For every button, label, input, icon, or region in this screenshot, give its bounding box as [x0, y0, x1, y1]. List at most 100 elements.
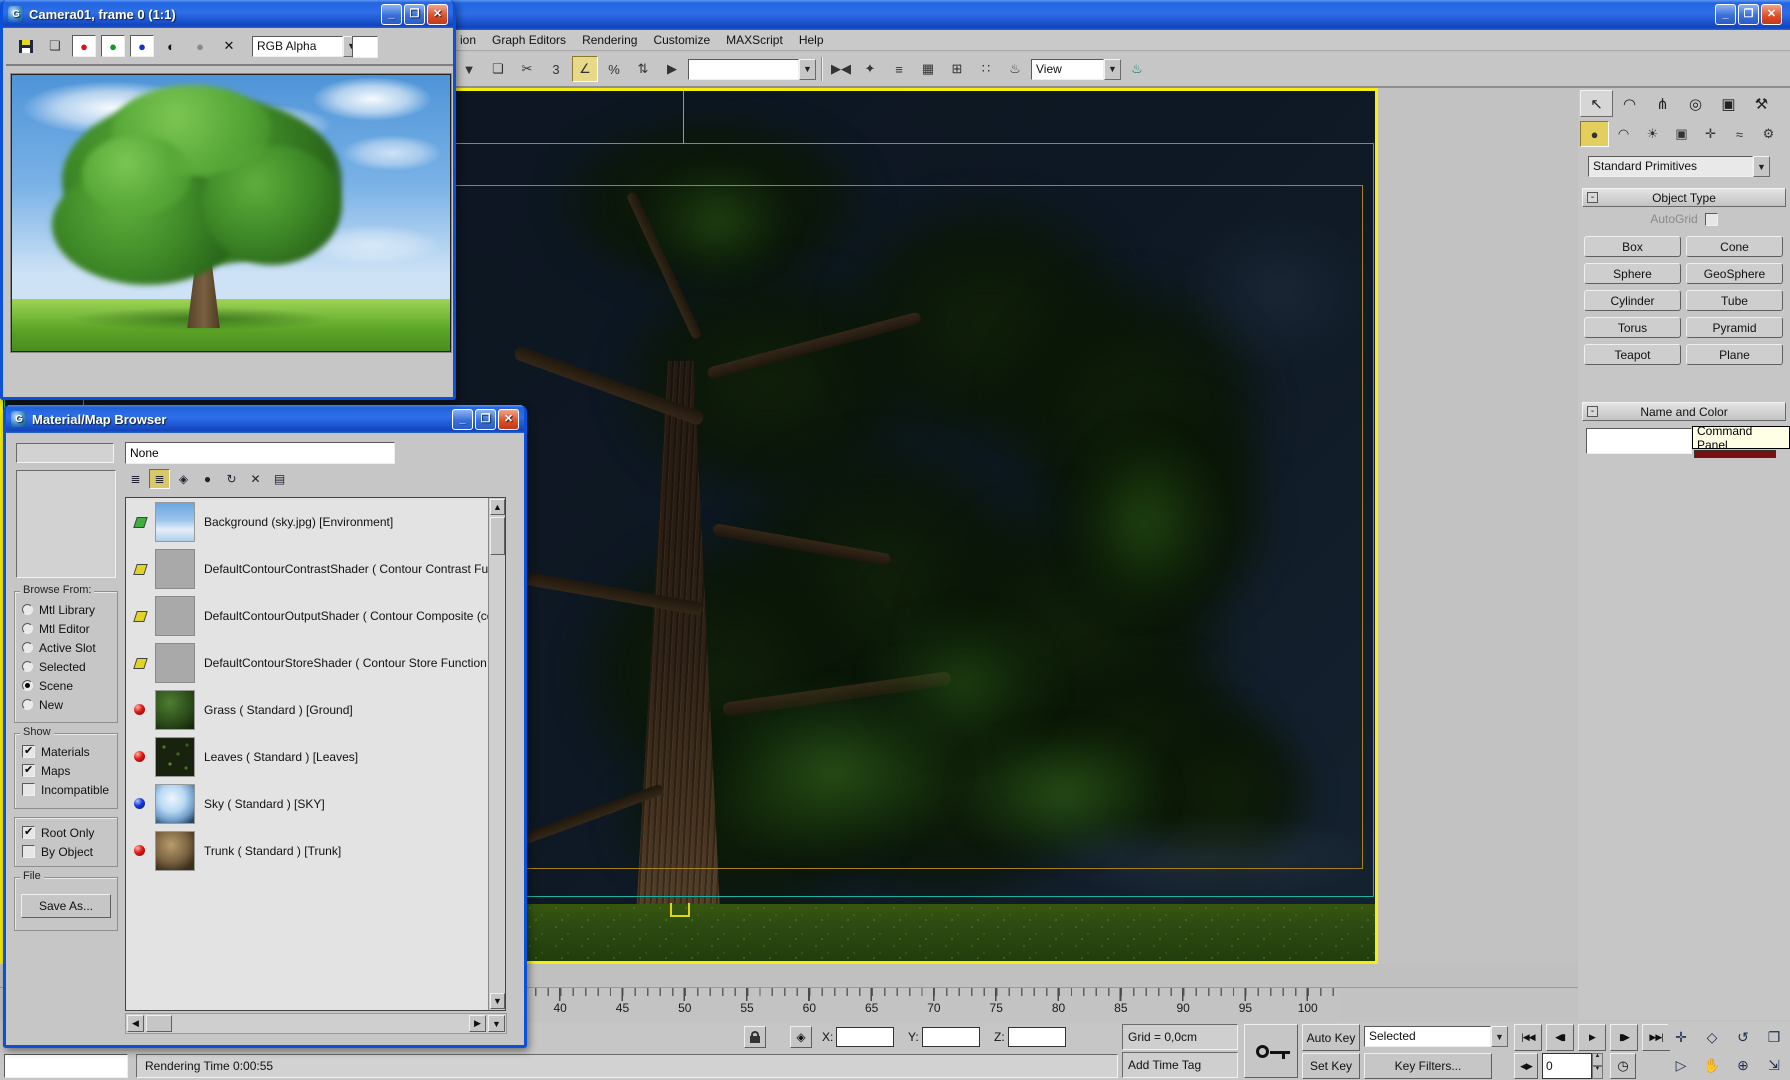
category-button[interactable]: ◠: [1609, 121, 1638, 147]
browser-toolbar-icon[interactable]: ≣: [149, 469, 170, 489]
category-button[interactable]: ✛: [1696, 121, 1725, 147]
toolbar-icon[interactable]: ▼: [456, 56, 482, 82]
browser-toolbar-icon[interactable]: ✕: [245, 469, 266, 489]
key-filters-button[interactable]: Key Filters...: [1364, 1053, 1492, 1079]
viewport-nav-button[interactable]: ↺: [1730, 1024, 1756, 1050]
viewport-nav-button[interactable]: ❐: [1761, 1024, 1787, 1050]
material-browser-titlebar[interactable]: G Material/Map Browser _ ❐ ✕: [6, 405, 524, 433]
filter-option[interactable]: By Object: [22, 842, 94, 861]
category-button[interactable]: ☀: [1638, 121, 1667, 147]
scroll-left-icon[interactable]: ◀: [127, 1015, 144, 1032]
list-vertical-scrollbar[interactable]: ▲ ▼: [488, 498, 505, 1010]
save-as-button[interactable]: Save As...: [21, 894, 111, 918]
window-button[interactable]: ✕: [498, 408, 519, 430]
primitive-button[interactable]: Box: [1584, 236, 1681, 257]
material-list-item[interactable]: Background (sky.jpg) [Environment]: [126, 498, 505, 545]
material-list-item[interactable]: DefaultContourContrastShader ( Contour C…: [126, 545, 505, 592]
category-button[interactable]: ≈: [1725, 121, 1754, 147]
viewport-nav-button[interactable]: ▷: [1668, 1052, 1694, 1078]
maxscript-mini-listener[interactable]: [4, 1054, 128, 1078]
menu-item[interactable]: Customize: [645, 31, 718, 49]
primitive-button[interactable]: Pyramid: [1686, 317, 1783, 338]
collapse-icon[interactable]: -: [1587, 192, 1598, 203]
selected-map-field[interactable]: None: [125, 442, 395, 464]
menu-item[interactable]: ion: [452, 31, 484, 49]
show-option[interactable]: Materials: [22, 742, 109, 761]
scroll-up-icon[interactable]: ▲: [490, 499, 505, 515]
rendered-frame-window[interactable]: G Camera01, frame 0 (1:1) _ ❐ ✕ ❏ ● ● ● ◐ ● ✕ RG…: [0, 0, 456, 400]
toolbar-icon[interactable]: ✂: [514, 56, 540, 82]
primitive-button[interactable]: Cylinder: [1584, 290, 1681, 311]
set-key-button[interactable]: Set Key: [1302, 1053, 1360, 1079]
panel-tab[interactable]: ▣: [1712, 90, 1745, 117]
auto-key-button[interactable]: Auto Key: [1302, 1024, 1360, 1051]
menu-item[interactable]: MAXScript: [718, 31, 791, 49]
object-name-field[interactable]: [1586, 428, 1692, 454]
menu-item[interactable]: Help: [791, 31, 832, 49]
browse-from-option[interactable]: Active Slot: [22, 638, 96, 657]
collapse-icon[interactable]: -: [1587, 406, 1598, 417]
material-list-item[interactable]: DefaultContourStoreShader ( Contour Stor…: [126, 639, 505, 686]
window-button[interactable]: ✕: [427, 3, 448, 25]
z-coordinate-field[interactable]: [1008, 1027, 1066, 1047]
view-dropdown[interactable]: View ▼: [1031, 58, 1121, 80]
browser-toolbar-icon[interactable]: ●: [197, 469, 218, 489]
chevron-down-icon[interactable]: ▼: [1491, 1026, 1508, 1047]
category-button[interactable]: ⚙: [1754, 121, 1783, 147]
primitives-dropdown[interactable]: Standard Primitives ▼: [1588, 156, 1770, 177]
playback-button[interactable]: ▶▶|: [1642, 1024, 1670, 1051]
window-button[interactable]: _: [381, 3, 402, 25]
frame-spinner[interactable]: ▲ ▼: [1592, 1053, 1603, 1079]
set-keys-button[interactable]: [1244, 1024, 1298, 1078]
toolbar-icon[interactable]: ❏: [485, 56, 511, 82]
material-list-item[interactable]: Grass ( Standard ) [Ground]: [126, 686, 505, 733]
toolbar-icon[interactable]: ▶◀: [828, 56, 854, 82]
browse-from-option[interactable]: Mtl Editor: [22, 619, 96, 638]
material-list-item[interactable]: Trunk ( Standard ) [Trunk]: [126, 827, 505, 874]
chevron-down-icon[interactable]: ▼: [1753, 156, 1770, 177]
render-toolbar-icon[interactable]: ◐: [159, 35, 183, 57]
scrollbar-thumb[interactable]: [146, 1015, 172, 1032]
x-coordinate-field[interactable]: [836, 1027, 894, 1047]
track-bar[interactable]: 40 45 50 55 60 65 70 75 80 85 90 95 100: [524, 988, 1340, 1022]
toolbar-icon[interactable]: ▦: [915, 56, 941, 82]
add-time-tag[interactable]: Add Time Tag: [1122, 1052, 1238, 1078]
named-selection-combo[interactable]: ▼: [688, 58, 816, 80]
material-list[interactable]: Background (sky.jpg) [Environment] Defau…: [125, 497, 506, 1011]
playback-button[interactable]: ◀▮: [1546, 1024, 1574, 1051]
chevron-down-icon[interactable]: ▼: [488, 1015, 505, 1032]
toolbar-icon[interactable]: ∠: [572, 56, 598, 82]
menu-item[interactable]: Graph Editors: [484, 31, 574, 49]
scroll-right-icon[interactable]: ▶: [469, 1015, 486, 1032]
render-toolbar-icon[interactable]: ❏: [43, 35, 67, 57]
browse-from-option[interactable]: Selected: [22, 657, 96, 676]
window-button[interactable]: _: [1715, 4, 1736, 25]
render-toolbar-icon[interactable]: ●: [72, 35, 96, 57]
chevron-down-icon[interactable]: ▼: [1104, 58, 1121, 80]
toolbar-icon[interactable]: ∷: [973, 56, 999, 82]
list-horizontal-scrollbar[interactable]: ◀ ▶ ▼: [125, 1013, 507, 1034]
viewport-nav-button[interactable]: ◇: [1699, 1024, 1725, 1050]
channel-dropdown[interactable]: RGB Alpha ▼: [252, 35, 360, 57]
category-button[interactable]: ●: [1580, 121, 1609, 147]
current-frame-field[interactable]: 0 ▲ ▼: [1542, 1053, 1603, 1079]
render-toolbar-icon[interactable]: ✕: [217, 35, 241, 57]
background-color-swatch[interactable]: [352, 36, 378, 58]
viewport-nav-button[interactable]: ⇲: [1761, 1052, 1787, 1078]
primitive-button[interactable]: GeoSphere: [1686, 263, 1783, 284]
panel-tab[interactable]: ↖: [1580, 90, 1613, 117]
panel-tab[interactable]: ◎: [1679, 90, 1712, 117]
window-button[interactable]: ✕: [1761, 4, 1782, 25]
material-map-browser-window[interactable]: G Material/Map Browser _ ❐ ✕ None ≣ ≣ ◈ ● ↻ ✕ ▤ …: [3, 405, 527, 1048]
primitive-button[interactable]: Cone: [1686, 236, 1783, 257]
scrollbar-thumb[interactable]: [490, 517, 505, 555]
window-button[interactable]: ❐: [475, 408, 496, 430]
y-coordinate-field[interactable]: [922, 1027, 980, 1047]
name-color-rollout-header[interactable]: - Name and Color: [1582, 402, 1786, 421]
camera-window-titlebar[interactable]: G Camera01, frame 0 (1:1) _ ❐ ✕: [3, 0, 453, 28]
viewport-nav-button[interactable]: ✛: [1668, 1024, 1694, 1050]
material-list-item[interactable]: DefaultContourOutputShader ( Contour Com…: [126, 592, 505, 639]
viewport-nav-button[interactable]: ⊕: [1730, 1052, 1756, 1078]
chevron-down-icon[interactable]: ▼: [799, 58, 816, 80]
toolbar-icon[interactable]: ▶: [659, 56, 685, 82]
